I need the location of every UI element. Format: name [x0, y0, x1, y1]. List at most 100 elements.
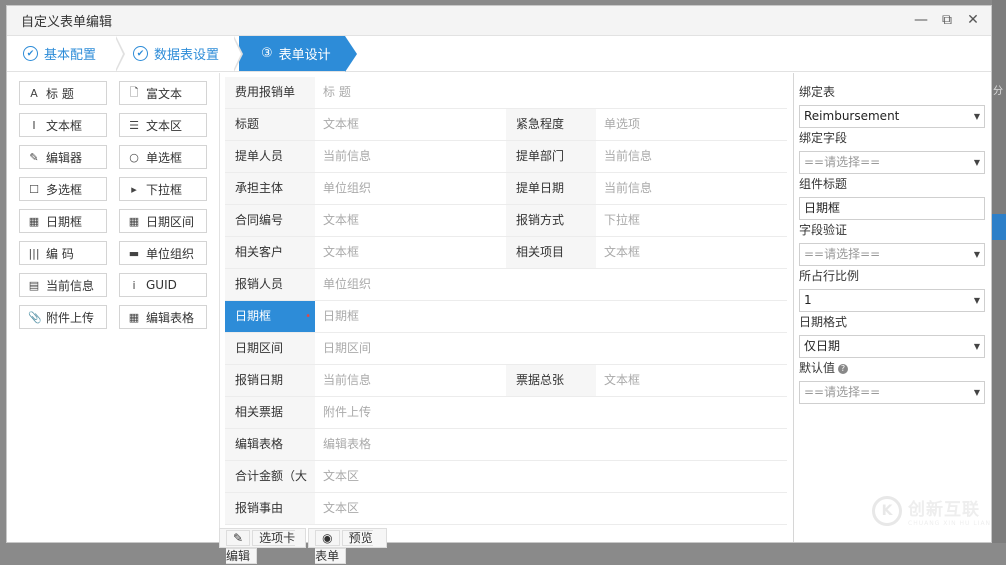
component-dropdown[interactable]: ▸ 下拉框: [119, 177, 207, 201]
field-placeholder[interactable]: 日期区间: [315, 333, 505, 364]
form-row[interactable]: 相关客户 文本框 相关项目 文本框: [225, 237, 787, 269]
form-row[interactable]: 提单人员 当前信息 提单部门 当前信息: [225, 141, 787, 173]
component-calendar[interactable]: ▦ 日期框: [19, 209, 107, 233]
form-row[interactable]: 报销日期 当前信息 票据总张 文本框: [225, 365, 787, 397]
form-row[interactable]: 合计金额（大 文本区: [225, 461, 787, 493]
field-label[interactable]: 报销事由: [225, 493, 315, 524]
component-title[interactable]: A标 题: [19, 81, 107, 105]
field-label[interactable]: 提单部门: [506, 141, 596, 172]
form-canvas: 费用报销单标 题标题 文本框 紧急程度 单选项 提单人员 当前信息 提单部门 当前信息 承担主体…: [225, 77, 787, 527]
radio-icon: ○: [129, 150, 139, 164]
field-label[interactable]: 日期区间: [225, 333, 315, 364]
field-placeholder[interactable]: 文本框: [315, 109, 506, 140]
field-label[interactable]: 编辑表格: [225, 429, 315, 460]
field-placeholder[interactable]: 下拉框: [596, 205, 787, 236]
step-label: 数据表设置: [154, 48, 220, 63]
field-label[interactable]: 相关票据: [225, 397, 315, 428]
row-ratio-select[interactable]: 1 ▼: [799, 289, 985, 312]
component-info[interactable]: i GUID: [119, 273, 207, 297]
component-edit[interactable]: ✎ 编辑器: [19, 145, 107, 169]
component-barcode[interactable]: ||| 编 码: [19, 241, 107, 265]
form-row[interactable]: 相关票据 附件上传: [225, 397, 787, 429]
form-row[interactable]: 报销事由 文本区: [225, 493, 787, 525]
component-document[interactable]: 🗋 富文本: [119, 81, 207, 105]
close-icon[interactable]: ✕: [965, 12, 981, 28]
form-row[interactable]: 报销人员 单位组织: [225, 269, 787, 301]
component-text-cursor[interactable]: I 文本框: [19, 113, 107, 137]
step-form-design[interactable]: ③ 表单设计: [239, 36, 357, 72]
field-label[interactable]: 合同编号: [225, 205, 315, 236]
field-label[interactable]: 紧急程度: [506, 109, 596, 140]
maximize-icon[interactable]: ⧉: [939, 12, 955, 28]
field-label[interactable]: 提单人员: [225, 141, 315, 172]
field-validation-select[interactable]: ==请选择== ▼: [799, 243, 985, 266]
field-label[interactable]: 票据总张: [506, 365, 596, 396]
field-placeholder[interactable]: 文本区: [315, 493, 505, 524]
component-title-input[interactable]: 日期框: [799, 197, 985, 220]
caret-down-icon: ▼: [973, 342, 980, 351]
field-label[interactable]: 费用报销单: [225, 77, 315, 108]
component-checkbox[interactable]: ☐ 多选框: [19, 177, 107, 201]
field-placeholder[interactable]: 日期框: [315, 301, 505, 332]
form-row[interactable]: 日期区间 日期区间: [225, 333, 787, 365]
field-placeholder[interactable]: 编辑表格: [315, 429, 505, 460]
field-placeholder[interactable]: 单位组织: [315, 269, 505, 300]
form-row-selected[interactable]: 日期框日期框: [225, 301, 787, 333]
field-label[interactable]: 合计金额（大: [225, 461, 315, 492]
divider: [793, 73, 794, 542]
component-radio[interactable]: ○ 单选框: [119, 145, 207, 169]
field-placeholder[interactable]: 文本框: [315, 237, 506, 268]
field-placeholder[interactable]: 当前信息: [596, 141, 787, 172]
field-placeholder[interactable]: 单位组织: [315, 173, 506, 204]
step-basic-config[interactable]: ✔ 基本配置: [7, 36, 125, 72]
component-label: 单选框: [146, 150, 183, 165]
canvas-bottom-tabs: ✎ 选项卡编辑 ◉ 预览表单: [219, 528, 389, 564]
field-label[interactable]: 标题: [225, 109, 315, 140]
field-label[interactable]: 承担主体: [225, 173, 315, 204]
field-placeholder[interactable]: 文本区: [315, 461, 505, 492]
field-label[interactable]: 报销方式: [506, 205, 596, 236]
date-format-label: 日期格式: [799, 315, 848, 329]
form-row[interactable]: 合同编号 文本框 报销方式 下拉框: [225, 205, 787, 237]
component-calendar-range[interactable]: ▦ 日期区间: [119, 209, 207, 233]
field-placeholder[interactable]: 文本框: [596, 237, 787, 268]
date-format-select[interactable]: 仅日期 ▼: [799, 335, 985, 358]
field-label[interactable]: 报销日期: [225, 365, 315, 396]
field-label[interactable]: 相关客户: [225, 237, 315, 268]
field-placeholder[interactable]: 单选项: [596, 109, 787, 140]
background-selected-row: [992, 214, 1006, 240]
form-row[interactable]: 费用报销单标 题: [225, 77, 787, 109]
tab-editor-button[interactable]: ✎ 选项卡编辑: [219, 528, 307, 564]
divider: [219, 73, 220, 542]
default-value-select[interactable]: ==请选择== ▼: [799, 381, 985, 404]
help-icon[interactable]: ?: [838, 363, 849, 374]
bind-field-select[interactable]: ==请选择== ▼: [799, 151, 985, 174]
component-table[interactable]: ▦ 编辑表格: [119, 305, 207, 329]
bind-table-select[interactable]: Reimbursement ▼: [799, 105, 985, 128]
field-placeholder[interactable]: 当前信息: [315, 141, 506, 172]
component-organization[interactable]: ▬ 单位组织: [119, 241, 207, 265]
field-placeholder[interactable]: 当前信息: [596, 173, 787, 204]
background-page-edge: 分: [992, 0, 1006, 543]
field-label[interactable]: 日期框: [225, 301, 315, 332]
table-icon: ▦: [128, 310, 140, 324]
watermark-name: 创新互联: [908, 500, 980, 520]
preview-form-button[interactable]: ◉ 预览表单: [308, 528, 387, 564]
field-placeholder[interactable]: 文本框: [596, 365, 787, 396]
minimize-icon[interactable]: —: [913, 12, 929, 28]
field-label[interactable]: 相关项目: [506, 237, 596, 268]
form-row[interactable]: 标题 文本框 紧急程度 单选项: [225, 109, 787, 141]
component-paperclip[interactable]: 📎 附件上传: [19, 305, 107, 329]
component-text-area[interactable]: ☰ 文本区: [119, 113, 207, 137]
field-placeholder[interactable]: 文本框: [315, 205, 506, 236]
field-placeholder[interactable]: 标 题: [315, 77, 505, 108]
field-placeholder[interactable]: 附件上传: [315, 397, 505, 428]
form-row[interactable]: 承担主体 单位组织 提单日期 当前信息: [225, 173, 787, 205]
component-info-book[interactable]: ▤ 当前信息: [19, 273, 107, 297]
caret-down-icon: ▼: [973, 388, 980, 397]
field-label[interactable]: 提单日期: [506, 173, 596, 204]
step-datatable-settings[interactable]: ✔ 数据表设置: [117, 36, 243, 72]
form-row[interactable]: 编辑表格 编辑表格: [225, 429, 787, 461]
field-label[interactable]: 报销人员: [225, 269, 315, 300]
field-placeholder[interactable]: 当前信息: [315, 365, 506, 396]
